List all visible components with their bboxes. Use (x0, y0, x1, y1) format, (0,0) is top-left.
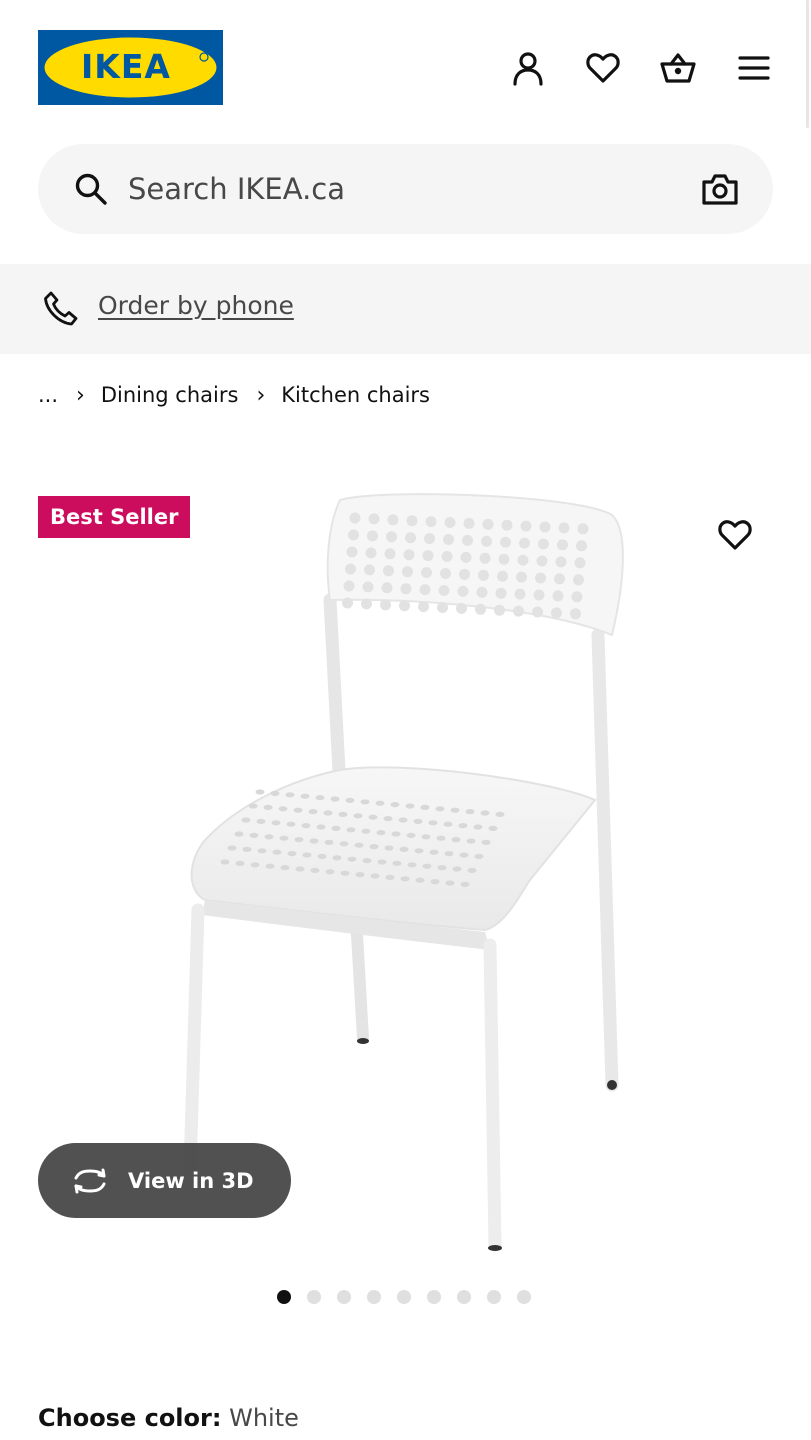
shopping-bag-icon[interactable] (658, 48, 698, 88)
breadcrumb: ... › Dining chairs › Kitchen chairs (38, 380, 430, 410)
phone-icon (44, 291, 78, 326)
color-value: White (229, 1404, 299, 1432)
pagination-dot[interactable] (277, 1290, 291, 1304)
product-image-gallery[interactable]: Best Seller View in 3D (0, 450, 811, 1280)
view-in-3d-button[interactable]: View in 3D (38, 1143, 291, 1218)
breadcrumb-ellipsis[interactable]: ... (38, 383, 58, 407)
pagination-dot[interactable] (337, 1290, 351, 1304)
pagination-dot[interactable] (457, 1290, 471, 1304)
product-image-chair[interactable] (150, 470, 670, 1260)
breadcrumb-item-kitchen-chairs[interactable]: Kitchen chairs (281, 383, 430, 407)
menu-icon[interactable] (734, 48, 774, 88)
pagination-dot[interactable] (397, 1290, 411, 1304)
image-pagination-dots (277, 1290, 531, 1304)
site-header: IKEA (0, 0, 811, 130)
order-by-phone-bar: Order by phone (0, 264, 811, 354)
pagination-dot[interactable] (517, 1290, 531, 1304)
wishlist-heart-icon[interactable] (583, 48, 623, 88)
search-input[interactable] (128, 164, 668, 214)
scrollbar[interactable] (806, 0, 809, 128)
search-icon[interactable] (74, 172, 108, 206)
breadcrumb-item-dining-chairs[interactable]: Dining chairs (101, 383, 239, 407)
ikea-logo[interactable]: IKEA (38, 30, 223, 105)
svg-text:IKEA: IKEA (81, 47, 171, 86)
view-in-3d-label: View in 3D (128, 1168, 254, 1193)
order-by-phone-link[interactable]: Order by phone (98, 291, 294, 320)
pagination-dot[interactable] (427, 1290, 441, 1304)
camera-icon[interactable] (701, 171, 739, 207)
search-bar (38, 144, 773, 234)
color-label: Choose color: (38, 1404, 222, 1432)
rotate-3d-icon (74, 1168, 106, 1193)
best-seller-badge: Best Seller (38, 496, 191, 538)
pagination-dot[interactable] (367, 1290, 381, 1304)
color-selector-heading: Choose color: White (38, 1404, 299, 1432)
pagination-dot[interactable] (307, 1290, 321, 1304)
pagination-dot[interactable] (487, 1290, 501, 1304)
chevron-right-icon: › (256, 382, 266, 408)
account-icon[interactable] (508, 48, 548, 88)
chevron-right-icon: › (76, 382, 85, 408)
product-favorite-heart-icon[interactable] (712, 512, 758, 558)
